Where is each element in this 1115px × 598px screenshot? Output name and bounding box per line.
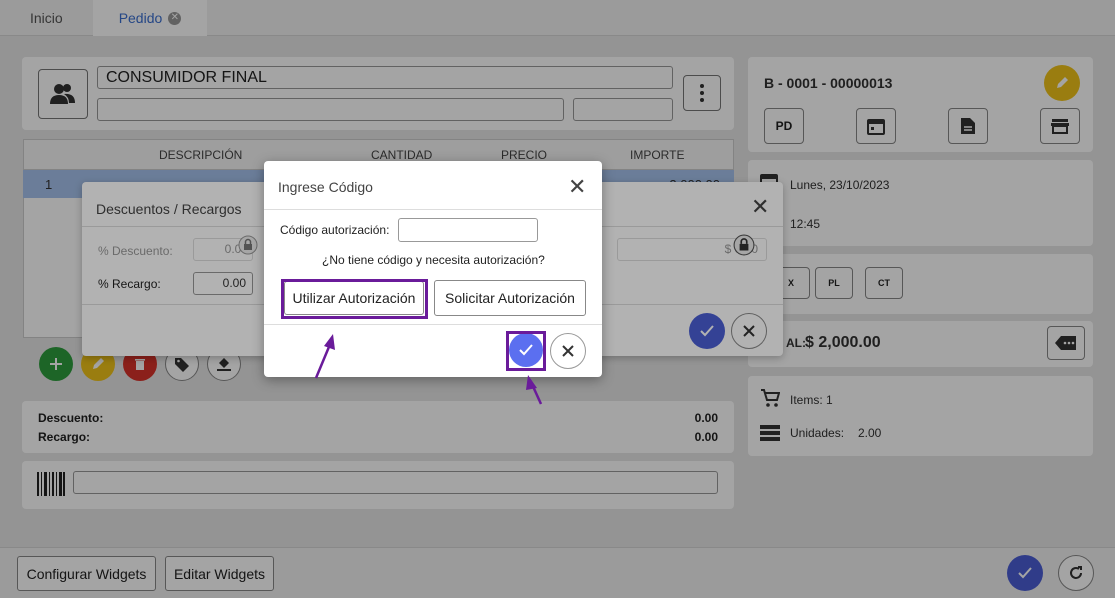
arrow-to-use-authorization [314,334,335,379]
annotation-arrows [314,334,543,405]
arrow-to-confirm-code [526,375,543,405]
